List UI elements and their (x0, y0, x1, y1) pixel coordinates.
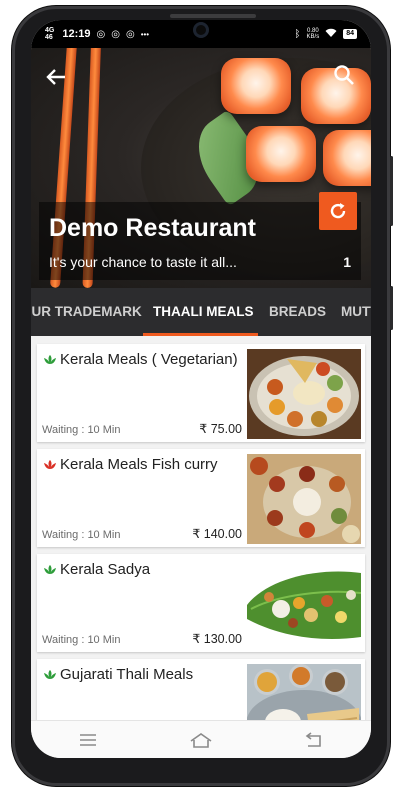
waiting-time: Waiting : 10 Min (42, 529, 121, 541)
app-screen: 4G 46 12:19 ◎ ◎ ◎ ••• ᛒ 0.80 KB/s 84 Dem… (31, 20, 371, 758)
sushi-image (323, 130, 371, 186)
menu-list: Kerala Meals ( Vegetarian) Waiting : 10 … (31, 336, 371, 720)
system-navigation-bar (31, 720, 371, 758)
category-tabs: OUR TRADEMARK THAALI MEALS BREADS MUTTON (31, 288, 371, 336)
battery-icon: 84 (343, 29, 357, 39)
back-arrow-icon[interactable] (45, 66, 69, 90)
restaurant-tagline: It's your chance to taste it all... (49, 254, 237, 270)
whatsapp-icon: ◎ (96, 28, 106, 40)
non-veg-icon (44, 460, 56, 469)
front-camera (193, 22, 209, 38)
power-button (390, 286, 393, 330)
restaurant-banner: Demo Restaurant It's your chance to tast… (31, 48, 371, 288)
item-price: ₹ 140.00 (192, 527, 242, 541)
item-price: ₹ 130.00 (192, 632, 242, 646)
tab-thaali-meals[interactable]: THAALI MEALS (153, 288, 254, 336)
refresh-icon (330, 203, 346, 219)
waiting-time: Waiting : 10 Min (42, 424, 121, 436)
back-icon[interactable] (302, 731, 326, 749)
veg-icon (44, 670, 56, 679)
whatsapp-icon: ◎ (111, 28, 120, 40)
search-icon[interactable] (333, 64, 357, 88)
veg-icon (44, 355, 56, 364)
menu-item-card[interactable]: Kerala Meals Fish curry Waiting : 10 Min… (37, 449, 365, 547)
menu-icon[interactable] (76, 731, 100, 749)
refresh-button[interactable] (319, 192, 357, 230)
item-price: ₹ 75.00 (199, 422, 242, 436)
tab-mutton[interactable]: MUTTON (341, 288, 371, 336)
network-indicator: 4G 46 (45, 27, 55, 41)
menu-item-card[interactable]: Gujarati Thali Meals (37, 659, 365, 720)
food-image (247, 559, 361, 649)
tab-breads[interactable]: BREADS (269, 288, 326, 336)
food-image (247, 664, 361, 720)
food-image (247, 454, 361, 544)
tab-our-trademark[interactable]: OUR TRADEMARK (31, 288, 142, 336)
wifi-icon (325, 28, 337, 41)
restaurant-name: Demo Restaurant (49, 214, 256, 242)
item-name: Gujarati Thali Meals (60, 666, 194, 683)
restaurant-info-panel: Demo Restaurant It's your chance to tast… (39, 202, 361, 280)
status-time: 12:19 (62, 28, 91, 40)
item-count: 1 (343, 254, 351, 270)
home-icon[interactable] (189, 731, 213, 749)
menu-item-card[interactable]: Kerala Sadya Waiting : 10 Min ₹ 130.00 (37, 554, 365, 652)
bluetooth-icon: ᛒ (294, 28, 301, 40)
whatsapp-icon: ◎ (125, 28, 135, 40)
speaker-slot (170, 14, 256, 18)
waiting-time: Waiting : 10 Min (42, 634, 121, 646)
notification-overflow: ••• (140, 29, 150, 39)
item-name: Kerala Meals ( Vegetarian) (60, 351, 238, 368)
sushi-image (246, 126, 316, 182)
item-name: Kerala Meals Fish curry (60, 456, 218, 473)
food-image (247, 349, 361, 439)
volume-button (390, 156, 393, 226)
item-name: Kerala Sadya (60, 561, 151, 578)
menu-item-card[interactable]: Kerala Meals ( Vegetarian) Waiting : 10 … (37, 344, 365, 442)
veg-icon (44, 565, 56, 574)
data-speed: 0.80 KB/s (306, 28, 320, 40)
sushi-image (221, 58, 291, 114)
